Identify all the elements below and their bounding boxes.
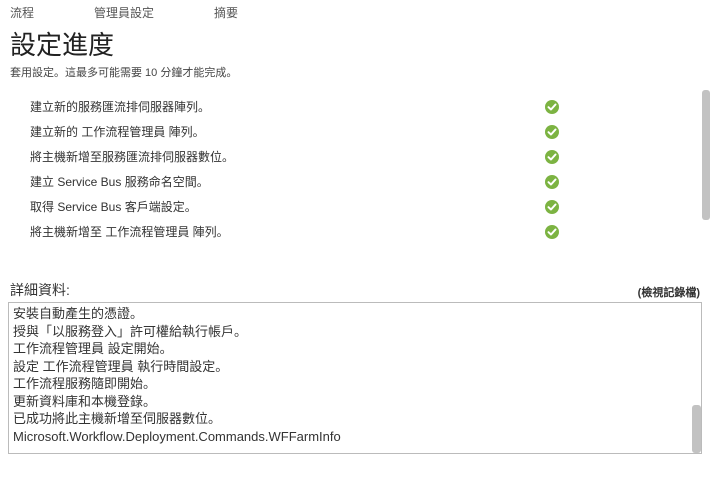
step-row: 建立 Service Bus 服務命名空間。 (30, 169, 700, 194)
step-label: 建立 Service Bus 服務命名空間。 (30, 173, 544, 190)
step-label: 建立新的服務匯流排伺服器陣列。 (30, 98, 544, 115)
step-row: 建立新的 工作流程管理員 陣列。 (30, 119, 700, 144)
step-row: 將主機新增至 工作流程管理員 陣列。 (30, 219, 700, 244)
steps-list: 建立新的服務匯流排伺服器陣列。 建立新的 工作流程管理員 陣列。 將主機新增至服… (0, 90, 710, 248)
details-textbox[interactable]: 安裝自動產生的憑證。 授與「以服務登入」許可權給執行帳戶。 工作流程管理員 設定… (8, 302, 702, 454)
check-icon (544, 224, 560, 240)
tab-summary[interactable]: 摘要 (214, 4, 238, 21)
step-row: 將主機新增至服務匯流排伺服器數位。 (30, 144, 700, 169)
scrollbar[interactable] (692, 405, 701, 453)
log-line: Microsoft.Workflow.Deployment.Commands.W… (13, 428, 689, 446)
step-label: 將主機新增至服務匯流排伺服器數位。 (30, 148, 544, 165)
log-line: 授與「以服務登入」許可權給執行帳戶。 (13, 323, 689, 341)
check-icon (544, 199, 560, 215)
log-line: 工作流程服務隨即開始。 (13, 375, 689, 393)
log-line: 設定 工作流程管理員 執行時間設定。 (13, 358, 689, 376)
step-row: 取得 Service Bus 客戶端設定。 (30, 194, 700, 219)
log-line: 已成功將此主機新增至伺服器數位。 (13, 410, 689, 428)
page-subtitle: 套用設定。這最多可能需要 10 分鐘才能完成。 (0, 62, 710, 90)
tab-admin[interactable]: 管理員設定 (94, 4, 154, 21)
scrollbar[interactable] (702, 90, 710, 220)
log-line: 更新資料庫和本機登錄。 (13, 393, 689, 411)
view-log-link[interactable]: (檢視記錄檔) (638, 284, 700, 300)
details-label: 詳細資料: (10, 280, 70, 300)
log-line: 工作流程管理員 設定開始。 (13, 340, 689, 358)
step-label: 建立新的 工作流程管理員 陣列。 (30, 123, 544, 140)
step-label: 將主機新增至 工作流程管理員 陣列。 (30, 223, 544, 240)
check-icon (544, 174, 560, 190)
step-row: 建立新的服務匯流排伺服器陣列。 (30, 94, 700, 119)
log-line: 安裝自動產生的憑證。 (13, 305, 689, 323)
tab-workflow[interactable]: 流程 (10, 4, 34, 21)
check-icon (544, 149, 560, 165)
step-label: 取得 Service Bus 客戶端設定。 (30, 198, 544, 215)
check-icon (544, 124, 560, 140)
check-icon (544, 99, 560, 115)
page-title: 設定進度 (0, 25, 710, 62)
